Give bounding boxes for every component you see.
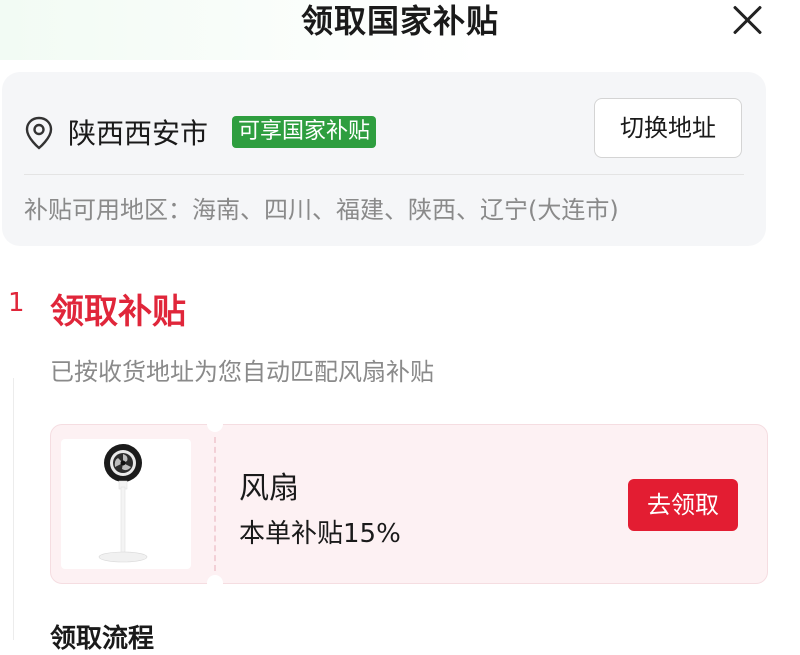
product-subsidy-card: 风扇 本单补贴15% 去领取 — [50, 416, 768, 591]
subsidy-regions: 补贴可用地区：海南、四川、福建、陕西、辽宁(大连市) — [24, 190, 619, 225]
standing-fan-icon — [98, 444, 148, 563]
page-title: 领取国家补贴 — [300, 2, 499, 40]
step-number: 1 — [8, 288, 25, 318]
subsidy-eligible-badge: 可享国家补贴 — [232, 116, 377, 148]
product-name: 风扇 — [239, 471, 299, 506]
ticket-notch — [207, 575, 223, 591]
claim-button[interactable]: 去领取 — [628, 479, 738, 531]
close-icon[interactable] — [730, 2, 764, 36]
switch-address-button[interactable]: 切换地址 — [594, 98, 742, 158]
process-heading: 领取流程 — [50, 624, 155, 654]
ticket-notch — [207, 416, 223, 432]
step-timeline — [13, 378, 14, 640]
ticket-divider — [214, 437, 216, 571]
region-label: 补贴可用地区： — [24, 196, 192, 224]
address-card: 陕西西安市 可享国家补贴 切换地址 补贴可用地区：海南、四川、福建、陕西、辽宁(… — [2, 72, 766, 246]
divider — [24, 174, 744, 175]
region-list: 海南、四川、福建、陕西、辽宁(大连市) — [192, 196, 619, 224]
current-address: 陕西西安市 — [68, 117, 209, 150]
location-pin-icon — [25, 116, 53, 150]
product-image — [61, 439, 191, 569]
step-description: 已按收货地址为您自动匹配风扇补贴 — [50, 358, 434, 386]
step-title: 领取补贴 — [50, 292, 186, 332]
subsidy-rate: 本单补贴15% — [239, 519, 401, 549]
